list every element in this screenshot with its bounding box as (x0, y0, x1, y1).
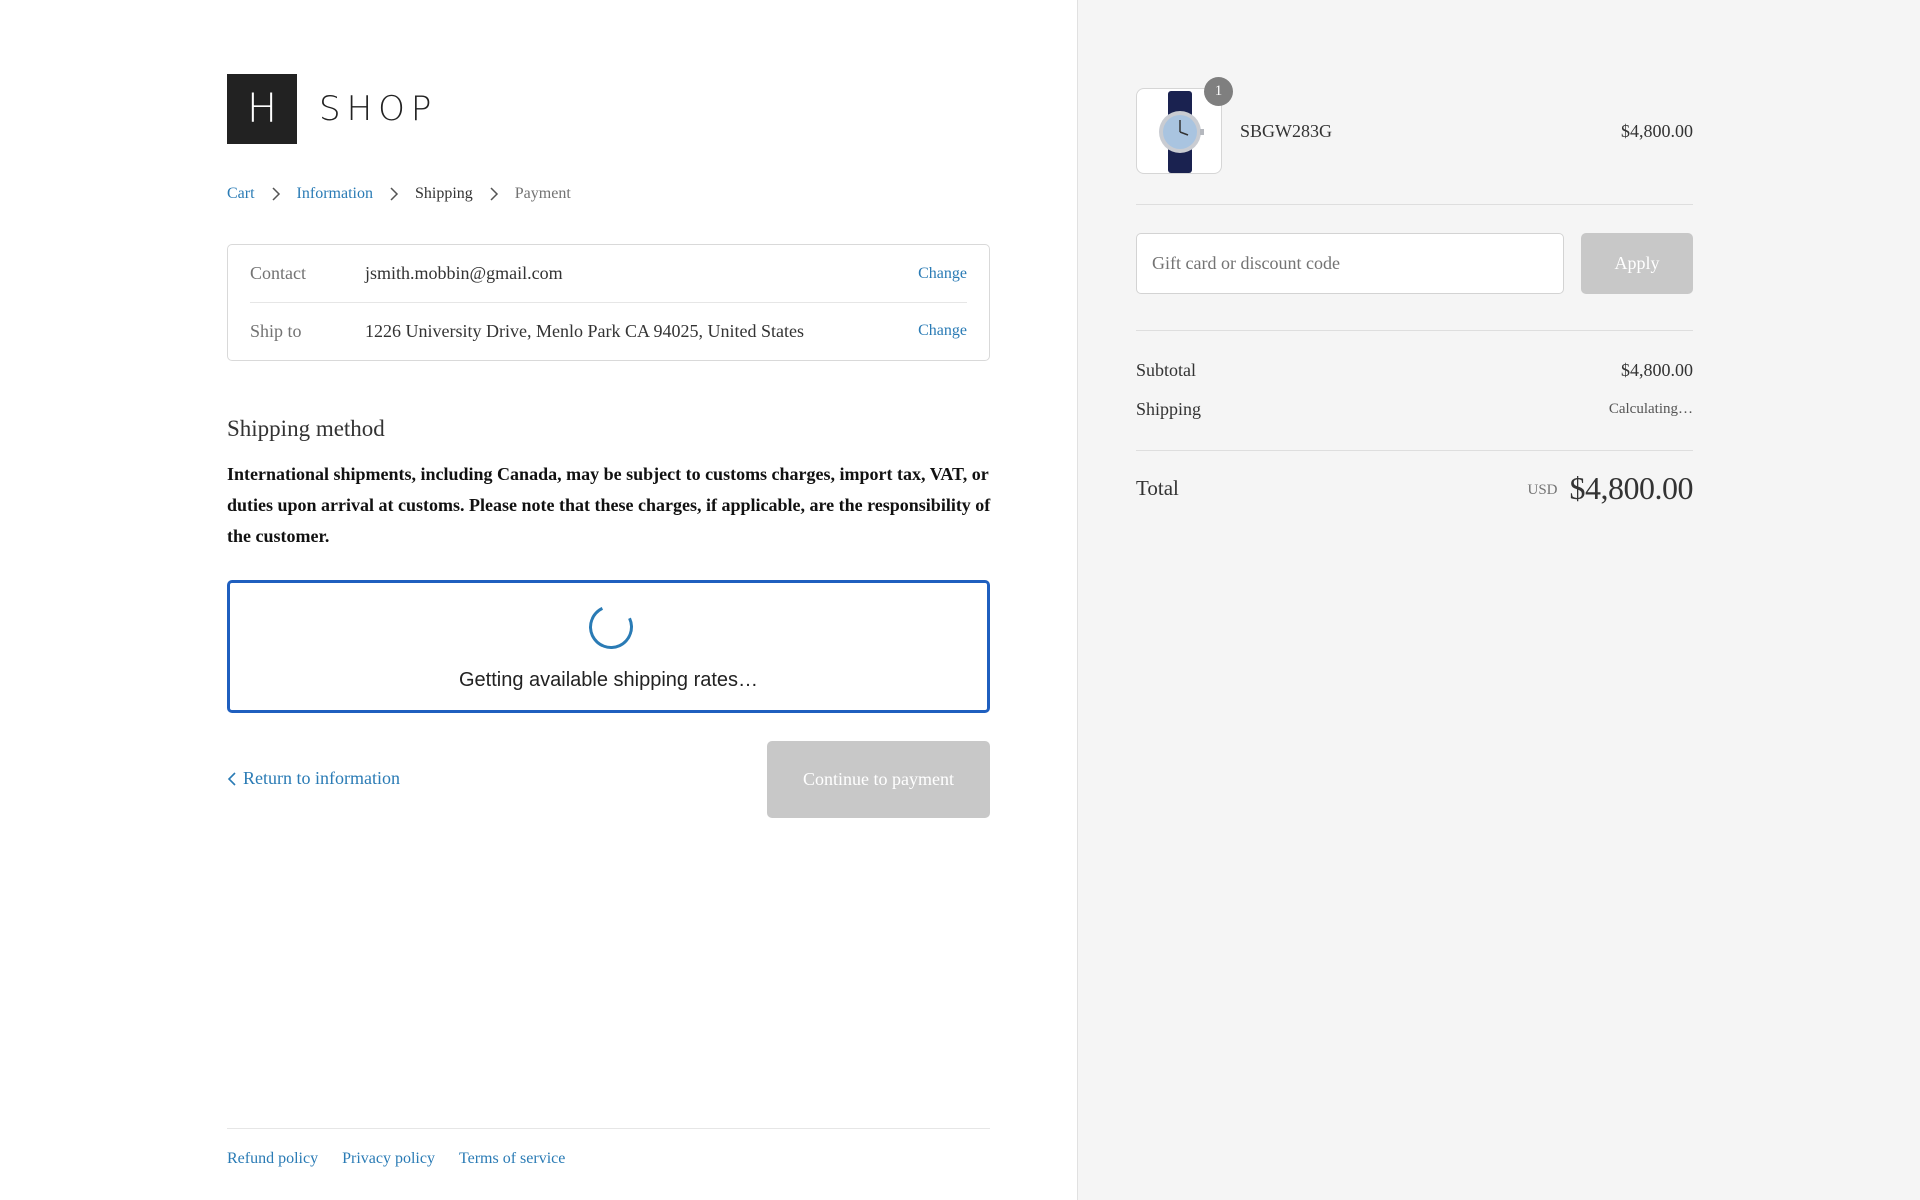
return-label: Return to information (243, 768, 400, 788)
divider (1136, 450, 1693, 451)
chevron-right-icon (384, 184, 404, 204)
subtotal-line: Subtotal $4,800.00 (1136, 360, 1693, 381)
return-to-information-link[interactable]: Return to information (227, 768, 400, 789)
shop-logo[interactable]: H SHOP (227, 74, 437, 144)
logo-text: SHOP (319, 89, 438, 129)
shipping-value: Calculating… (1608, 401, 1693, 417)
product-name: SBGW283G (1240, 120, 1333, 141)
breadcrumb-information[interactable]: Information (297, 185, 373, 203)
divider (1136, 330, 1693, 331)
total-amount: $4,800.00 (1569, 470, 1694, 506)
product-line: 1 SBGW283G $4,800.00 (1136, 77, 1693, 174)
shipping-label: Shipping (1136, 399, 1202, 419)
privacy-policy-link[interactable]: Privacy policy (342, 1150, 435, 1168)
breadcrumb-cart[interactable]: Cart (227, 185, 255, 203)
review-block: Contact jsmith.mobbin@gmail.com Change S… (227, 244, 990, 361)
shipto-value: 1226 University Drive, Menlo Park CA 940… (365, 320, 804, 341)
currency-code: USD (1527, 482, 1558, 498)
chevron-left-icon (227, 771, 236, 786)
breadcrumb: Cart Information Shipping Payment (227, 184, 571, 204)
subtotal-value: $4,800.00 (1621, 360, 1693, 380)
apply-discount-button[interactable]: Apply (1581, 233, 1693, 294)
contact-label: Contact (250, 263, 306, 283)
checkout-main: H SHOP Cart Information Shipping Payment… (0, 0, 1077, 1200)
continue-to-payment-button[interactable]: Continue to payment (767, 741, 990, 818)
product-thumbnail: 1 (1136, 77, 1233, 174)
logo-mark: H (227, 74, 297, 144)
contact-row: Contact jsmith.mobbin@gmail.com Change (250, 245, 967, 302)
contact-value: jsmith.mobbin@gmail.com (365, 263, 563, 283)
change-shipto-link[interactable]: Change (918, 322, 967, 340)
product-price: $4,800.00 (1621, 120, 1693, 141)
divider (1136, 204, 1693, 205)
chevron-right-icon (484, 184, 504, 204)
total-label: Total (1136, 476, 1179, 500)
shipping-method-title: Shipping method (227, 416, 385, 441)
subtotal-label: Subtotal (1136, 360, 1197, 380)
loading-rates-text: Getting available shipping rates… (458, 669, 759, 691)
breadcrumb-shipping: Shipping (414, 185, 473, 202)
total-line: Total USD $4,800.00 (1136, 470, 1693, 507)
shipto-row: Ship to 1226 University Drive, Menlo Par… (250, 302, 967, 359)
order-summary: 1 SBGW283G $4,800.00 Apply Subtotal $4,8… (1077, 0, 1920, 1200)
shipto-label: Ship to (250, 320, 302, 341)
change-contact-link[interactable]: Change (918, 265, 967, 283)
chevron-right-icon (266, 184, 286, 204)
footer: Refund policy Privacy policy Terms of se… (227, 1128, 990, 1168)
loading-spinner-icon (582, 598, 640, 656)
terms-of-service-link[interactable]: Terms of service (459, 1150, 565, 1168)
quantity-badge: 1 (1204, 77, 1233, 106)
discount-code-input[interactable] (1136, 233, 1564, 294)
customs-notice: International shipments, including Canad… (227, 464, 991, 546)
breadcrumb-payment: Payment (514, 185, 571, 202)
shipping-line: Shipping Calculating… (1136, 399, 1693, 420)
shipping-rates-box: Getting available shipping rates… (227, 580, 990, 713)
refund-policy-link[interactable]: Refund policy (227, 1150, 318, 1168)
